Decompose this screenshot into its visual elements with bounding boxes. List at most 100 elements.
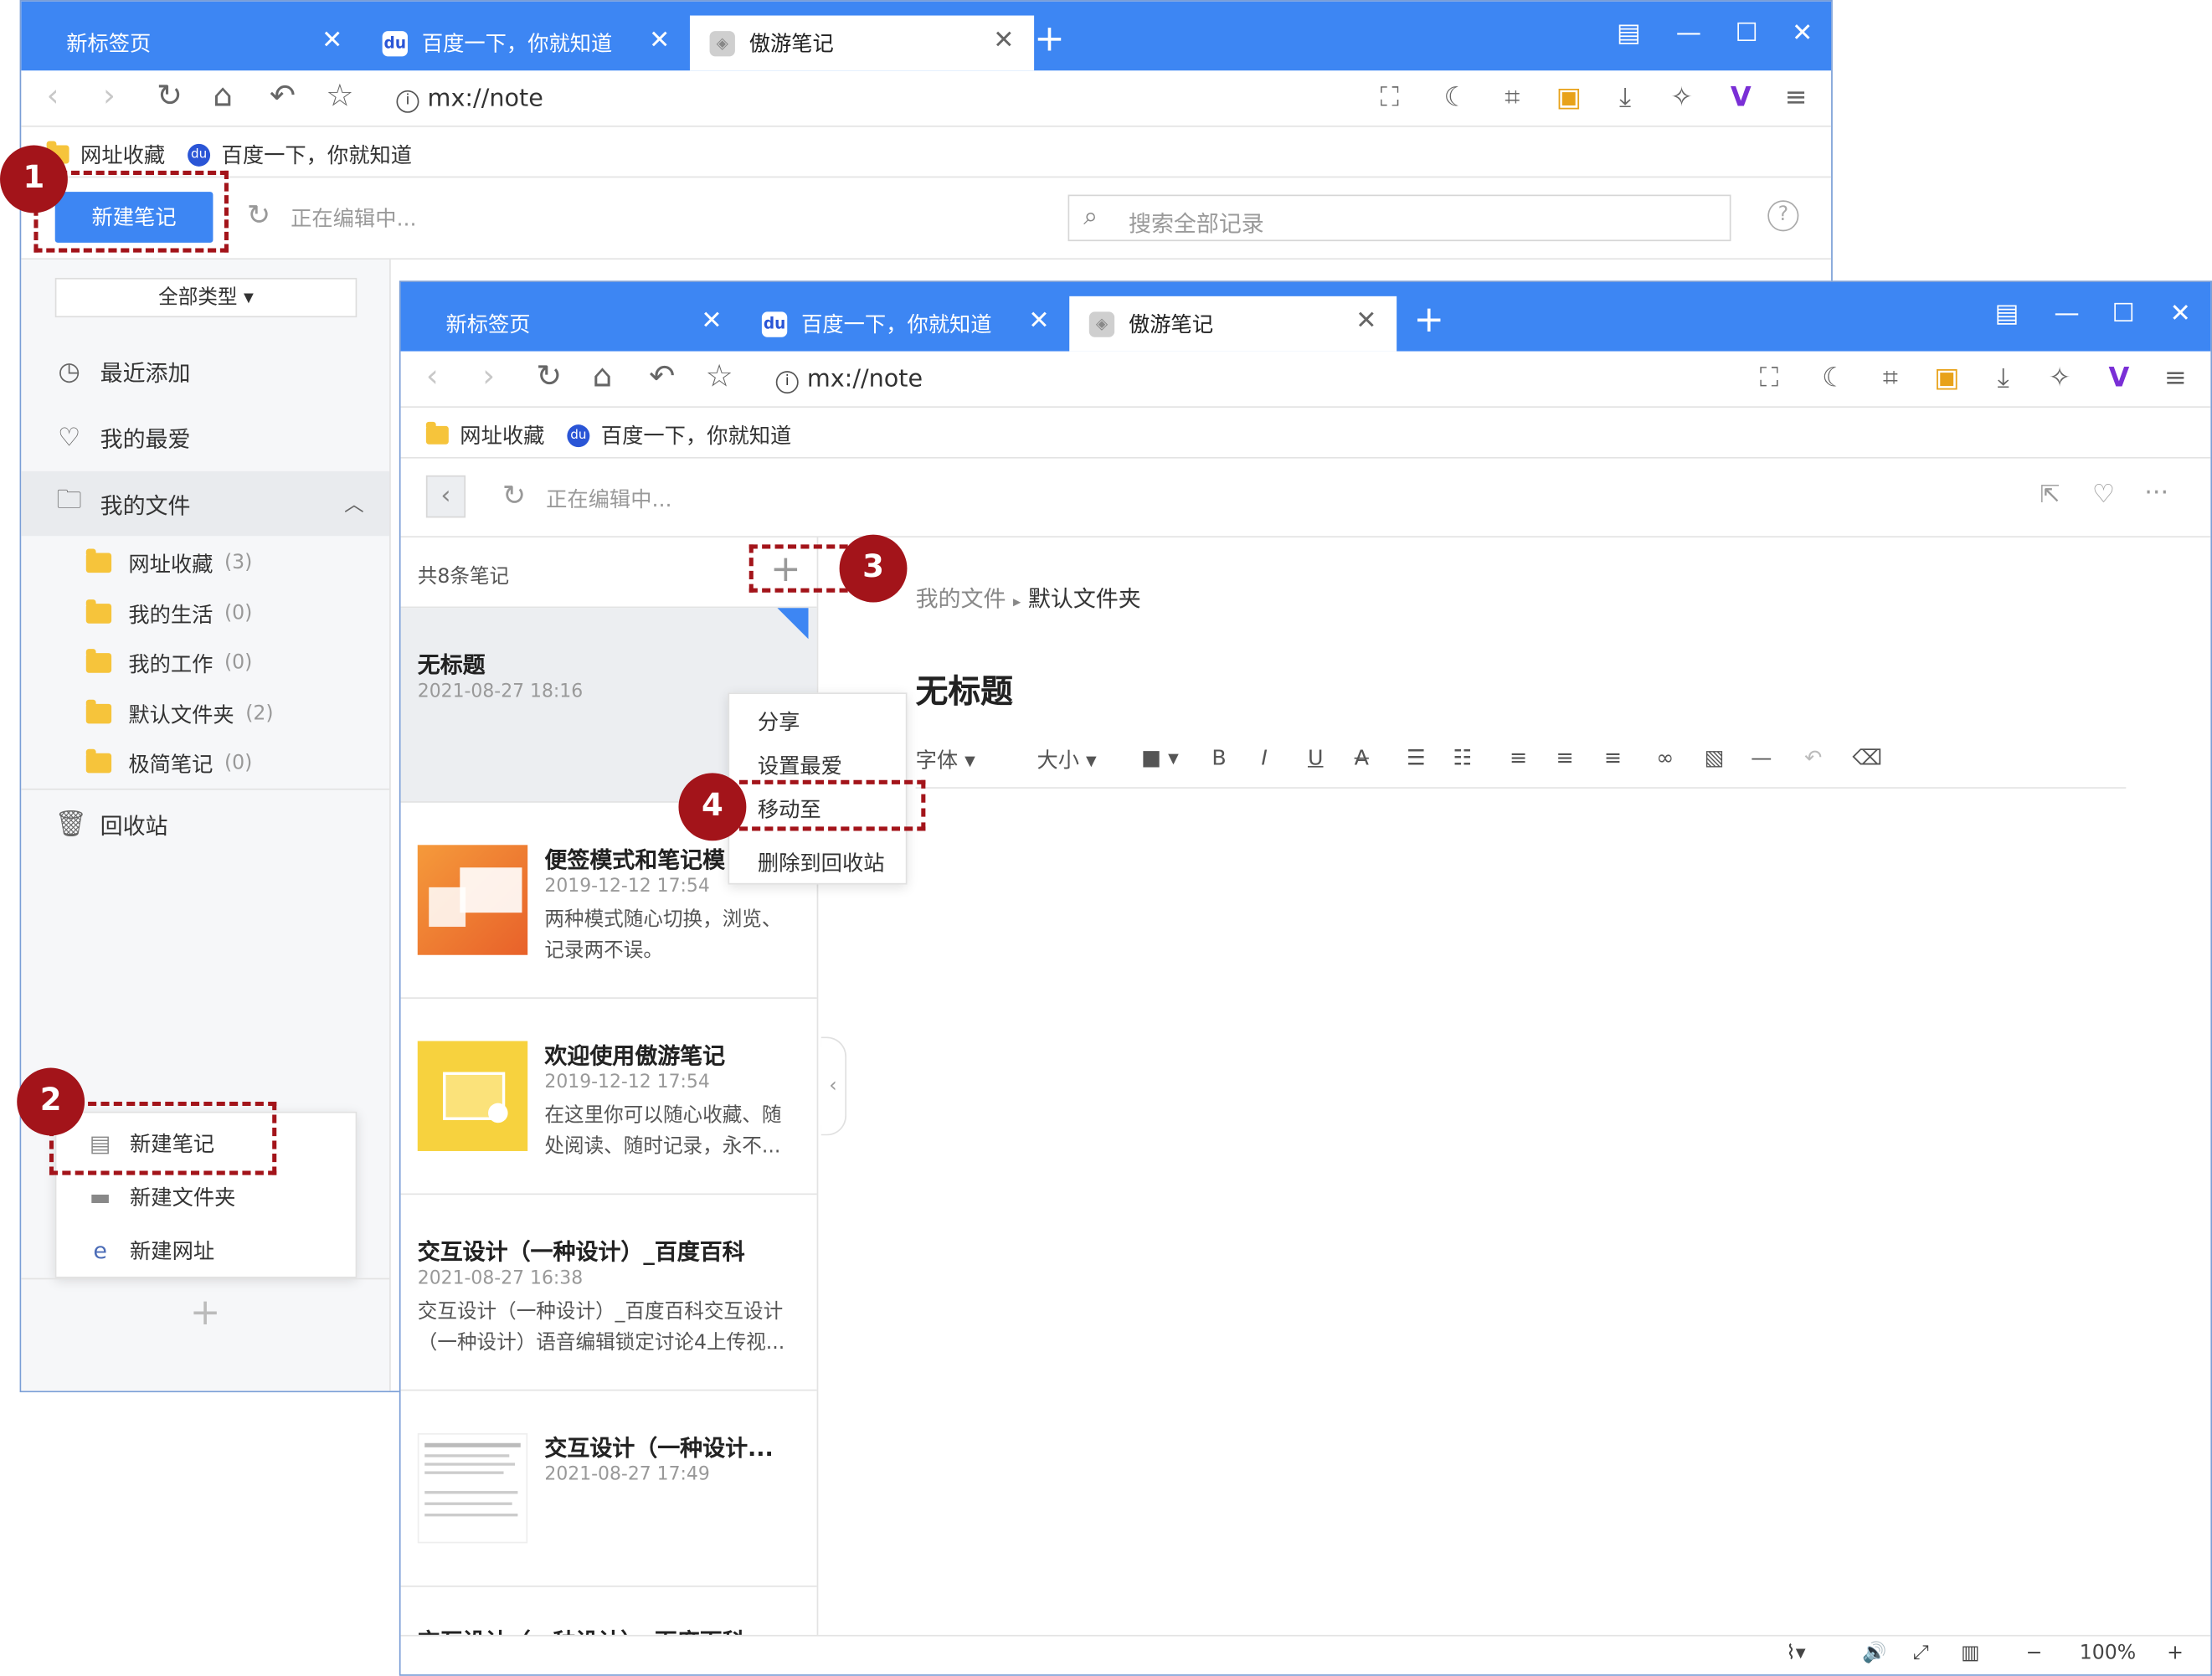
font-family-select[interactable]: 字体 ▾ [916,745,975,774]
star-icon[interactable]: ☆ [326,79,353,116]
layout-icon[interactable]: ▤ [1617,18,1641,49]
split-view-icon[interactable]: ▥ [1961,1642,1979,1664]
link-icon[interactable]: ∞ [1656,745,1674,770]
translate-icon[interactable]: ⛶ [1752,361,1786,394]
forward-icon[interactable]: › [482,360,495,397]
type-filter-select[interactable]: 全部类型 ▾ [54,277,358,318]
ordered-list-icon[interactable]: ☰ [1407,745,1426,770]
menu-icon[interactable]: ≡ [1779,80,1813,114]
folder-item[interactable]: 我的生活 (0) [21,589,389,640]
volume-icon[interactable]: 🔊 [1862,1642,1886,1664]
align-center-icon[interactable]: ≡ [1556,745,1574,770]
sidebar-item-trash[interactable]: 🗑 回收站 [21,791,389,856]
horizontal-rule-icon[interactable]: — [1751,745,1772,770]
search-input[interactable]: 搜索全部记录 [1129,204,1264,238]
back-icon[interactable]: ‹ [426,360,439,397]
add-button[interactable]: + [21,1278,390,1349]
tab-notes[interactable]: ◈ 傲游笔记 ✕ [1069,296,1397,352]
new-tab-button[interactable]: + [1413,299,1444,342]
close-window-icon[interactable]: ✕ [1792,18,1813,49]
performance-icon[interactable]: ⌇▾ [1786,1642,1805,1664]
undo-icon[interactable]: ↶ [1804,745,1822,770]
download-icon[interactable]: ⤓ [1986,361,2019,394]
sidebar-item-my-files[interactable]: 🗀 我的文件 ︿ [21,470,390,537]
folder-item[interactable]: 我的工作 (0) [21,638,389,689]
vivaldi-icon[interactable]: V [2102,361,2136,394]
sidebar-item-recent[interactable]: ◷ 最近添加 [21,338,389,404]
reload-icon[interactable]: ↻ [536,360,562,397]
menu-new-url[interactable]: e 新建网址 [56,1223,355,1277]
text-color-picker[interactable]: ■ ▾ [1141,745,1179,770]
note-item[interactable]: 交互设计（一种设计）_百度百科 2021-08-27 16:38 交互设计（一种… [400,1195,817,1391]
breadcrumb-parent[interactable]: 我的文件 [916,585,1006,612]
home-icon[interactable]: ⌂ [213,79,233,116]
layout-icon[interactable]: ▤ [1995,299,2019,330]
minimize-icon[interactable]: — [2054,299,2079,330]
note-item[interactable]: 欢迎使用傲游笔记 2019-12-12 17:54 在这里你可以随心收藏、随处阅… [400,999,817,1195]
image-icon[interactable]: ▧ [1704,745,1724,770]
undo-close-icon[interactable]: ↶ [270,79,296,116]
align-left-icon[interactable]: ≡ [1510,745,1527,770]
menu-icon[interactable]: ≡ [2158,361,2192,394]
home-icon[interactable]: ⌂ [593,360,613,397]
close-tab-icon[interactable]: ✕ [1355,308,1376,334]
breadcrumb-current[interactable]: 默认文件夹 [1028,585,1141,612]
new-tab-button[interactable]: + [1034,18,1065,61]
tab-notes[interactable]: ◈ 傲游笔记 ✕ [689,15,1035,71]
extensions-icon[interactable]: ✧ [1664,80,1698,114]
strikethrough-button[interactable]: A [1355,745,1369,770]
night-mode-icon[interactable]: ☾ [1439,80,1473,114]
close-window-icon[interactable]: ✕ [2170,299,2191,330]
notes-ext-icon[interactable]: ▣ [1551,80,1585,114]
tab-new-tab[interactable]: 新标签页 ✕ [35,16,363,71]
bold-button[interactable]: B [1211,745,1226,770]
night-mode-icon[interactable]: ☾ [1817,361,1850,394]
translate-icon[interactable]: ⛶ [1373,80,1407,114]
heart-icon[interactable]: ♡ [2092,480,2115,509]
menu-delete-to-trash[interactable]: 删除到回收站 [729,835,906,889]
folder-item[interactable]: 网址收藏 (3) [21,537,389,589]
address-bar[interactable]: i mx://note [396,83,543,114]
bullet-list-icon[interactable]: ☷ [1453,745,1473,770]
crop-icon[interactable]: ⌗ [1874,361,1907,394]
note-item[interactable]: 交互设计（一种设计... 2021-08-27 17:49 [400,1391,817,1587]
vivaldi-icon[interactable]: V [1724,80,1757,114]
more-icon[interactable]: ··· [2144,478,2168,507]
zoom-out-button[interactable]: − [2026,1642,2043,1664]
extensions-icon[interactable]: ✧ [2043,361,2076,394]
close-tab-icon[interactable]: ✕ [993,28,1014,54]
font-size-select[interactable]: 大小 ▾ [1037,745,1096,774]
collapse-sidebar-button[interactable]: ‹ [425,475,466,518]
close-tab-icon[interactable]: ✕ [1028,308,1049,334]
tab-new-tab[interactable]: 新标签页 ✕ [414,296,742,352]
fullscreen-icon[interactable]: ⤢ [1913,1642,1929,1664]
undo-close-icon[interactable]: ↶ [649,360,675,397]
align-right-icon[interactable]: ≡ [1604,745,1622,770]
maximize-icon[interactable]: ☐ [1736,18,1758,49]
help-icon[interactable]: ? [1767,200,1799,232]
close-tab-icon[interactable]: ✕ [701,308,722,334]
back-icon[interactable]: ‹ [47,79,59,116]
reload-icon[interactable]: ↻ [157,79,183,116]
folder-item[interactable]: 极简笔记 (0) [21,738,389,789]
forward-icon[interactable]: › [103,79,116,116]
tab-baidu[interactable]: du 百度一下，你就知道 ✕ [742,296,1069,352]
share-icon[interactable]: ⇱ [2040,481,2060,510]
editor-title[interactable]: 无标题 [916,665,1013,712]
crop-icon[interactable]: ⌗ [1495,80,1529,114]
maximize-icon[interactable]: ☐ [2112,299,2134,330]
bookmark-folder[interactable]: 网址收藏 [425,420,544,450]
chevron-up-icon[interactable]: ︿ [344,490,364,518]
bookmark-baidu[interactable]: du 百度一下，你就知道 [188,140,412,169]
address-bar[interactable]: i mx://note [775,364,923,395]
tab-baidu[interactable]: du 百度一下，你就知道 ✕ [363,16,690,71]
close-tab-icon[interactable]: ✕ [649,28,670,54]
bookmark-baidu[interactable]: du 百度一下，你就知道 [567,420,791,450]
close-tab-icon[interactable]: ✕ [322,28,342,54]
menu-new-folder[interactable]: ▬ 新建文件夹 [56,1170,355,1223]
folder-item[interactable]: 默认文件夹 (2) [21,688,389,739]
download-icon[interactable]: ⤓ [1608,80,1642,114]
notes-ext-icon[interactable]: ▣ [1930,361,1963,394]
sidebar-item-favorites[interactable]: ♡ 我的最爱 [21,405,389,470]
zoom-in-button[interactable]: + [2167,1642,2184,1664]
